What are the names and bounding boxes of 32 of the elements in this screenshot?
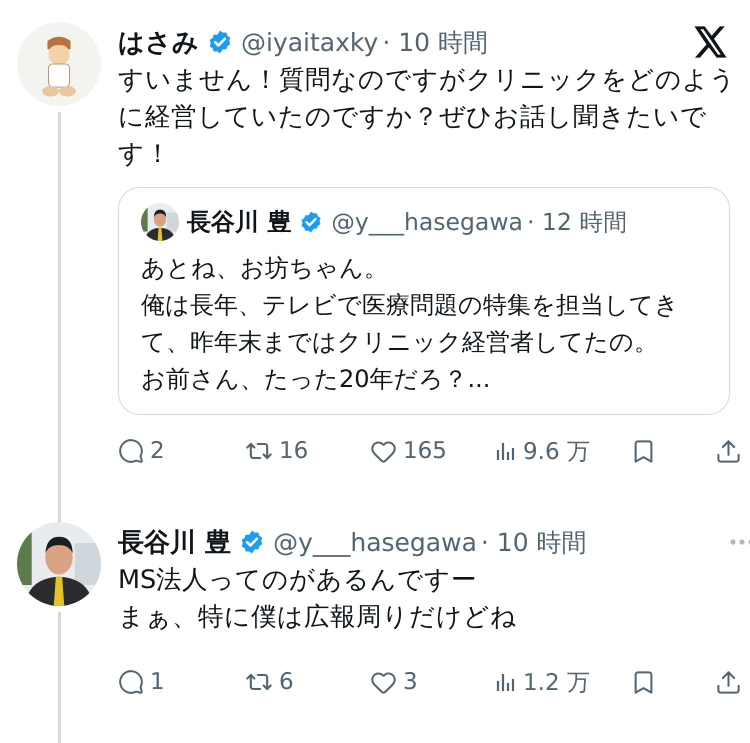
quoted-post-text: お前さん、たった20年だろ？... xyxy=(141,364,492,395)
share-icon xyxy=(715,668,742,696)
reply-button[interactable]: 1 xyxy=(118,669,245,695)
display-name[interactable]: 長谷川 豊 xyxy=(187,206,292,238)
post-text: MS法人ってのがあるんですー xyxy=(118,564,478,597)
user-handle[interactable]: @iyaitaxky xyxy=(241,28,378,56)
avatar[interactable] xyxy=(141,203,179,241)
quoted-post-text: 俺は長年、テレビで医療問題の特集を担当してきて、昨年末まではクリニック経営者してたの。 xyxy=(141,290,679,358)
share-icon xyxy=(715,438,742,464)
quoted-post-card[interactable]: 長谷川 豊 @y___hasegawa · 12 時間 あとね、お坊ちゃん。 俺は長年、テレビで医療問題の特集を担当してきて、昨年末まではクリニック経営者してたの。 お前さん、たった20年だろ？... xyxy=(118,187,730,415)
repost-button[interactable]: 6 xyxy=(245,668,370,696)
views-button[interactable]: 1.2 万 xyxy=(495,666,630,698)
speech-bubble-icon xyxy=(118,669,144,695)
post-time: · 12 時間 xyxy=(526,207,628,238)
user-handle[interactable]: @y___hasegawa xyxy=(273,528,477,556)
views-button[interactable]: 9.6 万 xyxy=(495,436,630,466)
post-time: · 10 時間 xyxy=(382,26,488,58)
speech-bubble-icon xyxy=(118,438,144,464)
display-name[interactable]: 長谷川 豊 xyxy=(118,524,232,560)
bar-chart-icon xyxy=(495,671,517,693)
quoted-post-text: あとね、お坊ちゃん。 xyxy=(141,253,389,284)
user-handle[interactable]: @y___hasegawa xyxy=(331,208,523,236)
reply-button[interactable]: 2 xyxy=(118,438,245,464)
bar-chart-icon xyxy=(495,440,517,462)
post-time: · 10 時間 xyxy=(480,526,587,558)
like-button[interactable]: 165 xyxy=(370,438,495,464)
like-button[interactable]: 3 xyxy=(370,668,495,696)
x-logo-icon xyxy=(694,26,728,58)
post-text: すいません！質問なのですがクリニックをどのように経営していたのですか？ぜひお話し聞きたいです！ xyxy=(118,64,737,171)
repost-button[interactable]: 16 xyxy=(245,437,370,465)
post-text: まぁ、特に僕は広報周りだけどね xyxy=(118,601,518,634)
display-name[interactable]: はさみ xyxy=(118,24,199,60)
